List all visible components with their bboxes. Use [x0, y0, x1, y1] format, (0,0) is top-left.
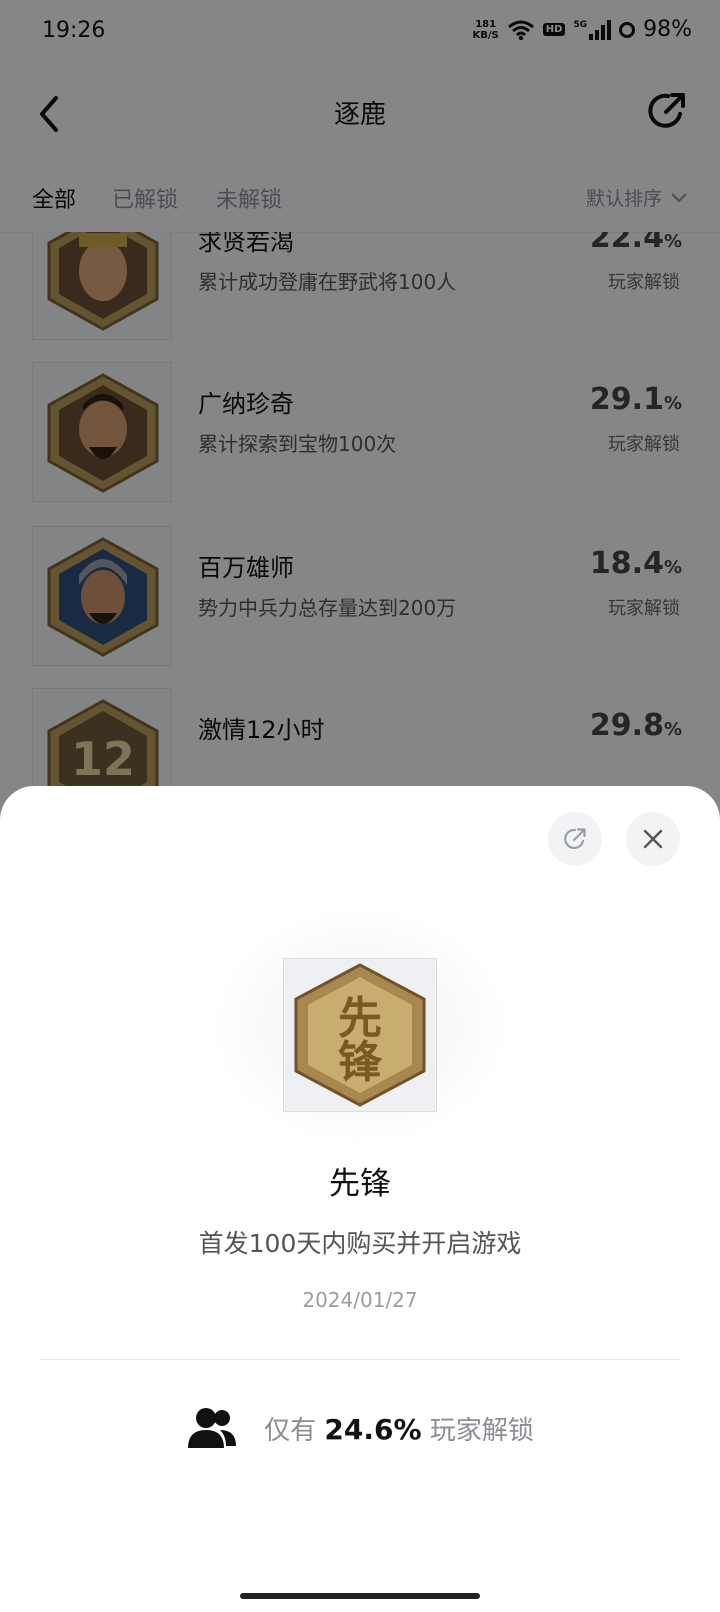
close-icon — [643, 829, 663, 849]
close-button[interactable] — [626, 812, 680, 866]
achievement-description: 首发100天内购买并开启游戏 — [198, 1229, 522, 1258]
svg-text:锋: 锋 — [338, 1037, 383, 1088]
sheet-share-button[interactable] — [548, 812, 602, 866]
unlock-stats: 仅有 24.6% 玩家解锁 — [0, 1406, 720, 1450]
home-indicator[interactable] — [240, 1593, 480, 1599]
unlock-date: 2024/01/27 — [302, 1288, 418, 1312]
achievement-title: 先锋 — [329, 1166, 391, 1202]
users-icon — [188, 1408, 237, 1448]
achievement-badge: 先 锋 — [283, 958, 437, 1112]
unlock-text: 仅有 24.6% 玩家解锁 — [264, 1412, 534, 1446]
vanguard-badge-icon: 先 锋 — [294, 963, 426, 1107]
achievement-detail-sheet: 先 锋 先锋 首发100天内购买并开启游戏 2024/01/27 仅有 24.6… — [0, 786, 720, 1612]
share-icon — [564, 828, 586, 850]
divider — [40, 1359, 680, 1360]
unlock-percent-value: 24.6% — [324, 1412, 422, 1446]
